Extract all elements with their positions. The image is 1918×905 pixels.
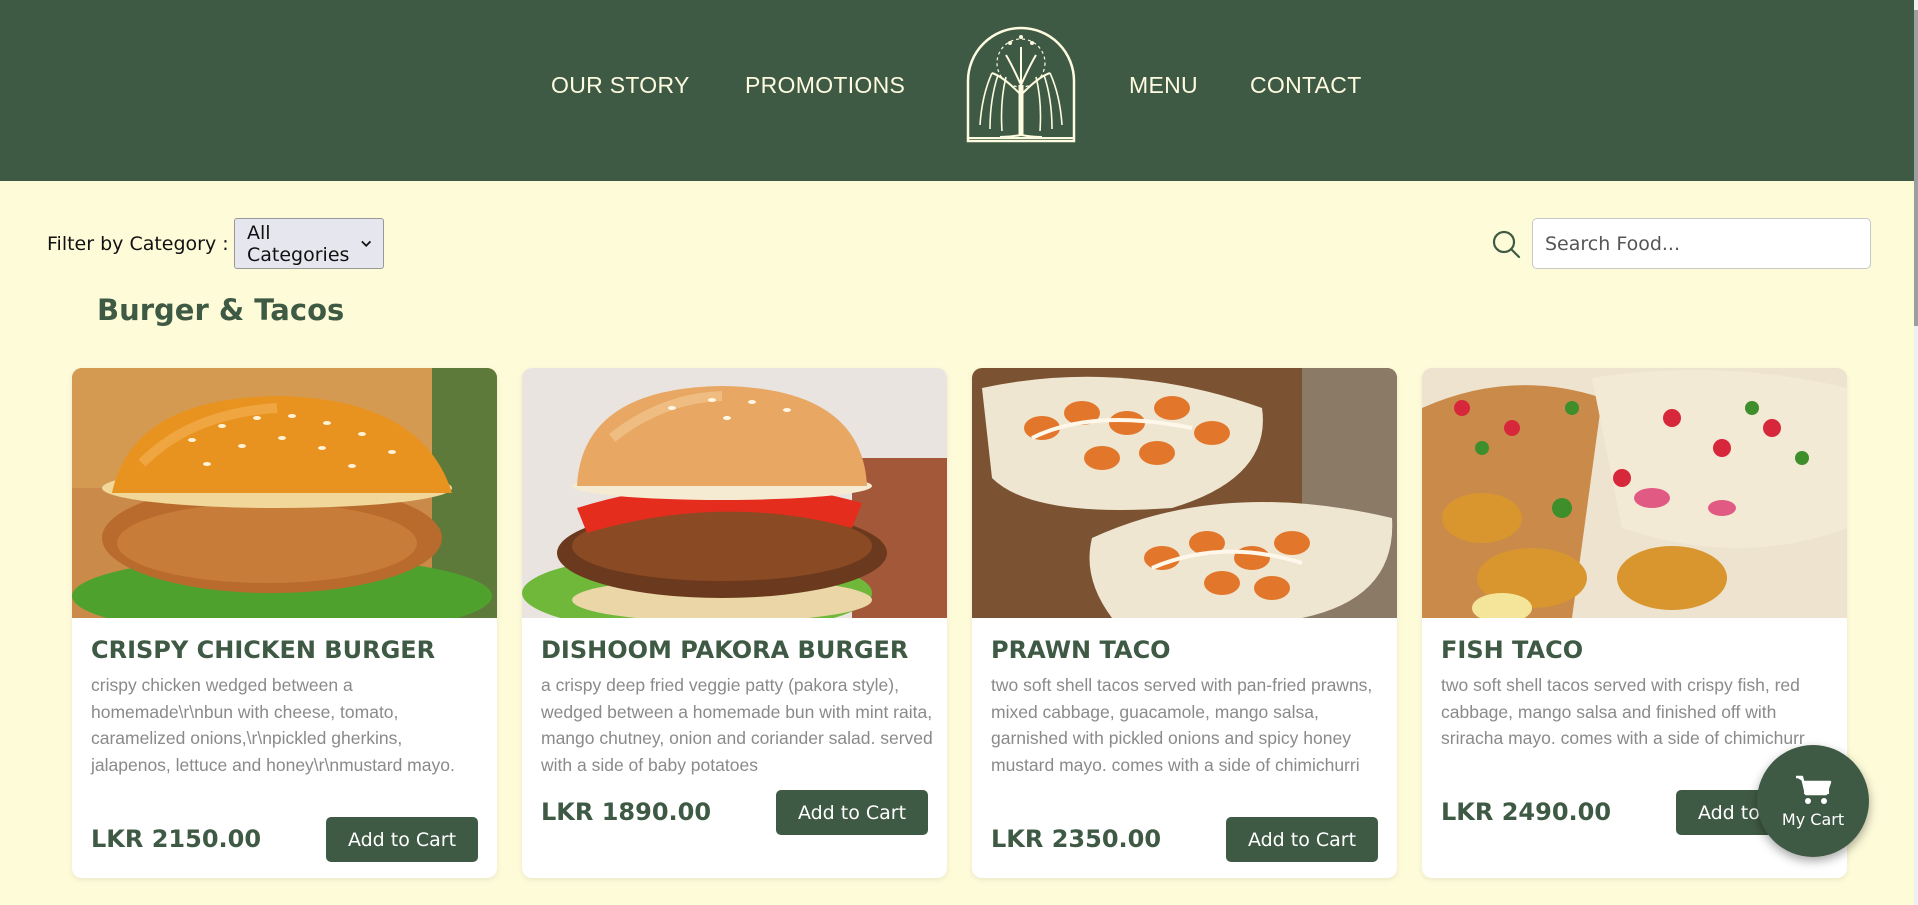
product-description: crispy chicken wedged between a homemade… (91, 675, 455, 775)
product-title: PRAWN TACO (991, 636, 1171, 664)
fish-taco-image (1422, 368, 1847, 618)
product-price: LKR 1890.00 (541, 798, 712, 826)
product-price: LKR 2150.00 (91, 825, 262, 853)
nav-promotions[interactable]: PROMOTIONS (745, 72, 905, 99)
product-price: LKR 2490.00 (1441, 798, 1612, 826)
section-title: Burger & Tacos (97, 293, 345, 327)
cart-label: My Cart (1781, 809, 1845, 829)
product-price: LKR 2350.00 (991, 825, 1162, 853)
search-input[interactable] (1532, 218, 1871, 269)
chevron-down-icon (360, 240, 371, 247)
filter-label: Filter by Category : (47, 233, 229, 255)
product-title: DISHOOM PAKORA BURGER (541, 636, 909, 664)
category-select-value: All Categories (247, 221, 350, 266)
product-card: CRISPY CHICKEN BURGER crispy chicken wed… (72, 368, 497, 878)
page-scrollbar[interactable] (1914, 0, 1918, 905)
add-to-cart-button[interactable]: Add to Cart (1226, 817, 1378, 862)
shopping-cart-icon (1796, 775, 1832, 804)
site-header: OUR STORY PROMOTIONS MENU CONTACT (0, 0, 1914, 181)
add-to-cart-button[interactable]: Add to Cart (776, 790, 928, 835)
nav-contact[interactable]: CONTACT (1250, 72, 1362, 99)
nav-menu[interactable]: MENU (1129, 72, 1198, 99)
add-to-cart-button[interactable]: Add to Cart (326, 817, 478, 862)
nav-our-story[interactable]: OUR STORY (551, 72, 690, 99)
my-cart-button[interactable]: My Cart (1757, 745, 1869, 857)
search-icon[interactable] (1491, 229, 1521, 259)
product-description: a crispy deep fried veggie patty (pakora… (541, 675, 933, 775)
product-card: PRAWN TACO two soft shell tacos served w… (972, 368, 1397, 878)
product-card: DISHOOM PAKORA BURGER a crispy deep frie… (522, 368, 947, 878)
tree-logo-icon[interactable] (962, 25, 1080, 143)
product-title: CRISPY CHICKEN BURGER (91, 636, 436, 664)
product-description: two soft shell tacos served with crispy … (1441, 675, 1805, 748)
dishoom-pakora-burger-image (522, 368, 947, 618)
product-description: two soft shell tacos served with pan-fri… (991, 675, 1373, 775)
prawn-taco-image (972, 368, 1397, 618)
scrollbar-thumb[interactable] (1914, 10, 1918, 326)
category-select[interactable]: All Categories (234, 218, 384, 269)
product-title: FISH TACO (1441, 636, 1584, 664)
crispy-chicken-burger-image (72, 368, 497, 618)
